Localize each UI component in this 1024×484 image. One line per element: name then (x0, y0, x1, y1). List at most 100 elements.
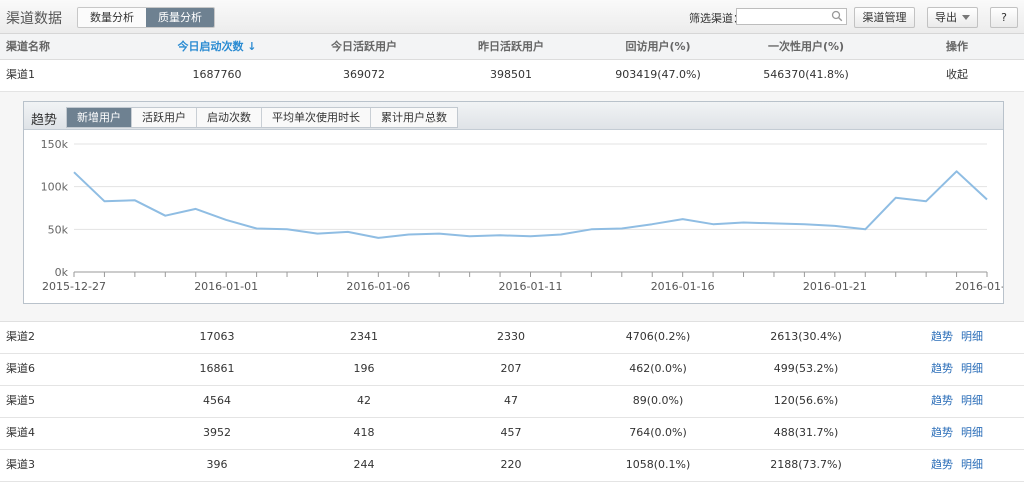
tab-total-users[interactable]: 累计用户总数 (371, 108, 457, 127)
detail-link[interactable]: 明细 (961, 362, 983, 375)
cell-active-today: 2341 (350, 330, 378, 343)
col-header-action: 操作 (946, 40, 968, 53)
table-row: 渠道4 3952 418 457 764(0.0%) 488(31.7%) 趋势… (0, 418, 1024, 450)
cell-active-yesterday: 457 (500, 426, 522, 439)
y-tick-label: 150k (41, 138, 69, 151)
x-tick-label: 2015-12-27 (42, 280, 106, 293)
detail-link[interactable]: 明细 (961, 330, 983, 343)
x-tick-label: 2016-01-16 (651, 280, 715, 293)
filter-box (736, 8, 847, 25)
channel-filter-input[interactable] (737, 9, 829, 24)
row-actions: 趋势 明细 (931, 354, 991, 384)
tab-quantity-analysis[interactable]: 数量分析 (78, 8, 146, 27)
cell-starts: 17063 (199, 330, 235, 343)
cell-active-today: 418 (353, 426, 375, 439)
trend-panel: 趋势 新增用户 活跃用户 启动次数 平均单次使用时长 累计用户总数 0k 50k 1… (23, 101, 1004, 304)
trend-panel-header: 趋势 新增用户 活跃用户 启动次数 平均单次使用时长 累计用户总数 (24, 102, 1003, 130)
cell-active-today: 369072 (343, 68, 385, 81)
row-actions: 趋势 明细 (931, 418, 991, 448)
trend-link[interactable]: 趋势 (931, 362, 953, 375)
col-header-active-today[interactable]: 今日活跃用户 (331, 34, 397, 60)
tab-new-users[interactable]: 新增用户 (67, 108, 132, 127)
cell-returning: 462(0.0%) (629, 362, 687, 375)
col-header-returning[interactable]: 回访用户(%) (625, 34, 690, 60)
table-row: 渠道2 17063 2341 2330 4706(0.2%) 2613(30.4… (0, 322, 1024, 354)
trend-link[interactable]: 趋势 (931, 458, 953, 471)
cell-active-today: 196 (353, 362, 375, 375)
cell-returning: 903419(47.0%) (615, 68, 701, 81)
table-row: 渠道3 396 244 220 1058(0.1%) 2188(73.7%) 趋… (0, 450, 1024, 482)
tab-starts[interactable]: 启动次数 (197, 108, 262, 127)
cell-returning: 89(0.0%) (632, 394, 684, 407)
cell-starts: 396 (206, 458, 228, 471)
col-header-name: 渠道名称 (6, 40, 50, 53)
trend-link[interactable]: 趋势 (931, 330, 953, 343)
channel-manage-button[interactable]: 渠道管理 (854, 7, 915, 28)
cell-returning: 764(0.0%) (629, 426, 687, 439)
cell-active-yesterday: 398501 (490, 68, 532, 81)
tab-quality-analysis[interactable]: 质量分析 (146, 8, 214, 27)
y-tick-label: 50k (48, 223, 69, 236)
y-tick-label: 0k (55, 266, 69, 279)
page-title: 渠道数据 (6, 11, 62, 27)
cell-one-time: 488(31.7%) (773, 426, 839, 439)
cell-one-time: 499(53.2%) (773, 362, 839, 375)
cell-active-yesterday: 47 (504, 394, 518, 407)
x-tick-label: 2016-01-21 (803, 280, 867, 293)
search-icon[interactable] (831, 10, 843, 22)
table-row: 渠道6 16861 196 207 462(0.0%) 499(53.2%) 趋… (0, 354, 1024, 386)
cell-starts: 16861 (199, 362, 235, 375)
channel-name: 渠道5 (6, 394, 35, 407)
table-row-expanded: 渠道1 1687760 369072 398501 903419(47.0%) … (0, 60, 1024, 92)
channel-name: 渠道1 (6, 68, 35, 81)
trend-chart: 0k 50k 100k 150k 2015-12-27 2016-01-01 2016-01… (41, 138, 1003, 293)
cell-one-time: 120(56.6%) (773, 394, 839, 407)
x-tick-label: 2016-01-01 (194, 280, 258, 293)
channel-name: 渠道4 (6, 426, 35, 439)
series-line (73, 170, 988, 239)
detail-link[interactable]: 明细 (961, 394, 983, 407)
col-header-starts[interactable]: 今日启动次数 ↓ (177, 34, 256, 60)
cell-one-time: 2188(73.7%) (770, 458, 842, 471)
detail-link[interactable]: 明细 (961, 458, 983, 471)
export-label: 导出 (935, 11, 957, 24)
cell-returning: 4706(0.2%) (625, 330, 691, 343)
export-button[interactable]: 导出 (927, 7, 978, 28)
x-tick-label: 2016-01-11 (499, 280, 563, 293)
help-button[interactable]: ? (990, 7, 1018, 28)
trend-link[interactable]: 趋势 (931, 426, 953, 439)
cell-starts: 4564 (203, 394, 231, 407)
cell-active-yesterday: 2330 (497, 330, 525, 343)
row-actions: 趋势 明细 (931, 386, 991, 416)
channel-name: 渠道3 (6, 458, 35, 471)
channel-name: 渠道2 (6, 330, 35, 343)
tab-active-users[interactable]: 活跃用户 (132, 108, 197, 127)
row-actions: 趋势 明细 (931, 450, 991, 480)
col-header-one-time[interactable]: 一次性用户(%) (768, 34, 844, 60)
cell-active-today: 42 (357, 394, 371, 407)
x-tick-label: 2016-01-26 (955, 280, 1003, 293)
cell-starts: 1687760 (192, 68, 242, 81)
cell-one-time: 546370(41.8%) (763, 68, 849, 81)
cell-active-yesterday: 207 (500, 362, 522, 375)
cell-returning: 1058(0.1%) (625, 458, 691, 471)
table-header: 渠道名称 今日启动次数 ↓ 今日活跃用户 昨日活跃用户 回访用户(%) 一次性用… (0, 34, 1024, 60)
collapse-link[interactable]: 收起 (946, 60, 968, 90)
x-tick-label: 2016-01-06 (346, 280, 410, 293)
trend-link[interactable]: 趋势 (931, 394, 953, 407)
trend-title: 趋势 (31, 113, 58, 128)
y-tick-label: 100k (41, 181, 69, 194)
row-actions: 趋势 明细 (931, 322, 991, 352)
cell-active-today: 244 (353, 458, 375, 471)
cell-active-yesterday: 220 (500, 458, 522, 471)
top-bar: 渠道数据 数量分析 质量分析 筛选渠道： 渠道管理 导出 ? (0, 0, 1024, 34)
view-switcher: 数量分析 质量分析 (77, 7, 215, 28)
channel-name: 渠道6 (6, 362, 35, 375)
cell-starts: 3952 (203, 426, 231, 439)
tab-avg-session-length[interactable]: 平均单次使用时长 (262, 108, 371, 127)
trend-tabs: 新增用户 活跃用户 启动次数 平均单次使用时长 累计用户总数 (66, 107, 458, 128)
col-header-active-yesterday[interactable]: 昨日活跃用户 (478, 34, 544, 60)
chevron-down-icon (962, 15, 970, 20)
detail-link[interactable]: 明细 (961, 426, 983, 439)
table-row: 渠道5 4564 42 47 89(0.0%) 120(56.6%) 趋势 明细 (0, 386, 1024, 418)
